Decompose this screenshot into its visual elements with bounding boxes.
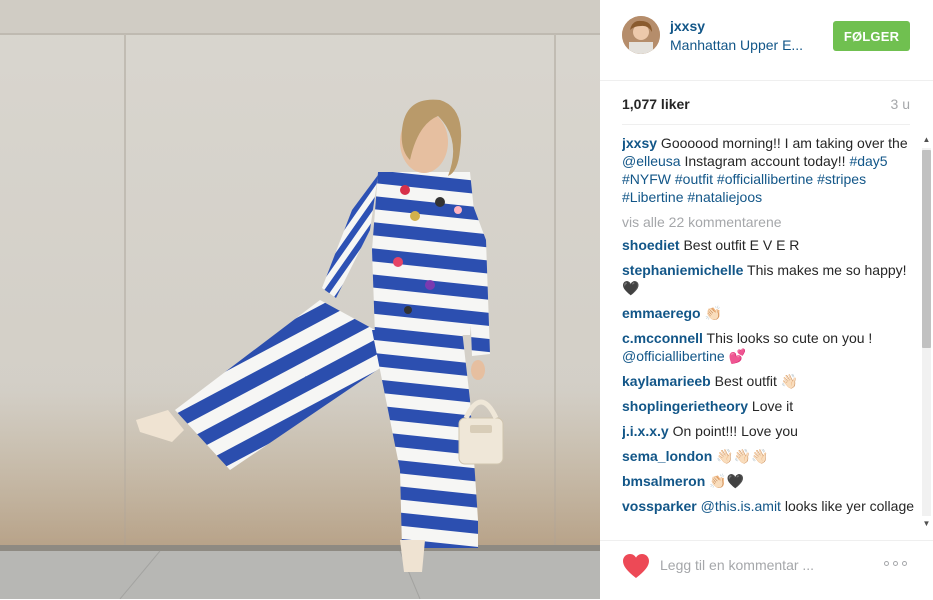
dot	[902, 561, 907, 566]
comment-text-tail: 💕	[724, 348, 746, 364]
comment-username[interactable]: stephaniemichelle	[622, 262, 743, 278]
comment: stephaniemichelle This makes me so happy…	[622, 261, 918, 297]
striped-jumpsuit-photo	[0, 0, 600, 599]
caption-text-2: Instagram account today!!	[680, 153, 850, 169]
comments-list[interactable]: jxxsy Goooood morning!! I am taking over…	[622, 134, 918, 530]
comment-username[interactable]: shoplingerietheory	[622, 398, 748, 414]
avatar[interactable]	[622, 16, 660, 54]
post-header: jxxsy Manhattan Upper E... FØLGER	[600, 0, 933, 81]
hashtag[interactable]: #outfit	[675, 171, 713, 187]
divider	[622, 124, 910, 125]
add-comment-input[interactable]	[660, 554, 860, 576]
scroll-up-arrow-icon[interactable]: ▲	[921, 134, 932, 146]
comments-scrollbar[interactable]: ▲ ▼	[919, 134, 933, 530]
more-options-icon[interactable]	[884, 558, 910, 570]
post-age[interactable]: 3 u	[891, 96, 910, 112]
comment-username[interactable]: sema_london	[622, 448, 712, 464]
hashtag[interactable]: #day5	[849, 153, 887, 169]
comment: shoediet Best outfit E V E R	[622, 236, 918, 254]
comment-text: Best outfit 👋🏻	[710, 373, 799, 389]
dot	[884, 561, 889, 566]
comment: c.mcconnell This looks so cute on you ! …	[622, 329, 918, 365]
view-all-comments-link[interactable]: vis alle 22 kommentarene	[622, 213, 918, 231]
comment: sema_london 👋🏻👋🏻👋🏻	[622, 447, 918, 465]
post-stats: 1,077 liker 3 u	[622, 96, 910, 114]
avatar-image	[622, 16, 660, 54]
comment: bmsalmeron 👏🏻🖤	[622, 472, 918, 490]
comment-username[interactable]: kaylamarieeb	[622, 373, 711, 389]
comment: shoplingerietheory Love it	[622, 397, 918, 415]
scrollbar-thumb[interactable]	[922, 150, 931, 348]
comment-username[interactable]: c.mcconnell	[622, 330, 703, 346]
caption-mention[interactable]: @elleusa	[622, 153, 681, 169]
comment: emmaerego 👏🏻	[622, 304, 918, 322]
hashtag[interactable]: #officiallibertine	[717, 171, 813, 187]
comment-text: On point!!! Love you	[668, 423, 798, 439]
comment: j.i.x.x.y On point!!! Love you	[622, 422, 918, 440]
comment-text: This looks so cute on you !	[702, 330, 873, 346]
comment-username[interactable]: bmsalmeron	[622, 473, 705, 489]
comment: vossparker @this.is.amit looks like yer …	[622, 497, 918, 515]
comment-mention[interactable]: @officiallibertine	[622, 348, 725, 364]
post-side-panel: jxxsy Manhattan Upper E... FØLGER 1,077 …	[600, 0, 933, 599]
caption: jxxsy Goooood morning!! I am taking over…	[622, 134, 918, 206]
hashtag[interactable]: #nataliejoos	[687, 189, 762, 205]
comment-text-tail: looks like yer collage	[780, 498, 915, 514]
likes-count[interactable]: 1,077 liker	[622, 96, 690, 112]
comment-username[interactable]: emmaerego	[622, 305, 701, 321]
post-footer	[600, 540, 933, 600]
comment-mention[interactable]: @this.is.amit	[701, 498, 781, 514]
hashtag[interactable]: #NYFW	[622, 171, 671, 187]
caption-text: Goooood morning!! I am taking over the	[657, 135, 908, 151]
heart-icon[interactable]	[622, 553, 650, 579]
caption-username[interactable]: jxxsy	[622, 135, 657, 151]
comment-text: 👏🏻🖤	[705, 473, 745, 489]
comment: kaylamarieeb Best outfit 👋🏻	[622, 372, 918, 390]
comment-username[interactable]: j.i.x.x.y	[622, 423, 669, 439]
comment-text: 👏🏻	[700, 305, 722, 321]
post-window: jxxsy Manhattan Upper E... FØLGER 1,077 …	[0, 0, 933, 599]
hashtag[interactable]: #Libertine	[622, 189, 684, 205]
post-location[interactable]: Manhattan Upper E...	[670, 37, 803, 53]
comment-text: Love it	[748, 398, 794, 414]
heart-icon-shape	[623, 554, 649, 578]
comment-text: 👋🏻👋🏻👋🏻	[712, 448, 769, 464]
scroll-down-arrow-icon[interactable]: ▼	[921, 518, 932, 530]
post-username[interactable]: jxxsy	[670, 18, 705, 34]
comment-username[interactable]: vossparker	[622, 498, 697, 514]
comment-username[interactable]: shoediet	[622, 237, 680, 253]
hashtag[interactable]: #stripes	[817, 171, 866, 187]
follow-button[interactable]: FØLGER	[833, 21, 910, 51]
dot	[893, 561, 898, 566]
comment-text: Best outfit E V E R	[679, 237, 800, 253]
post-photo[interactable]	[0, 0, 600, 599]
